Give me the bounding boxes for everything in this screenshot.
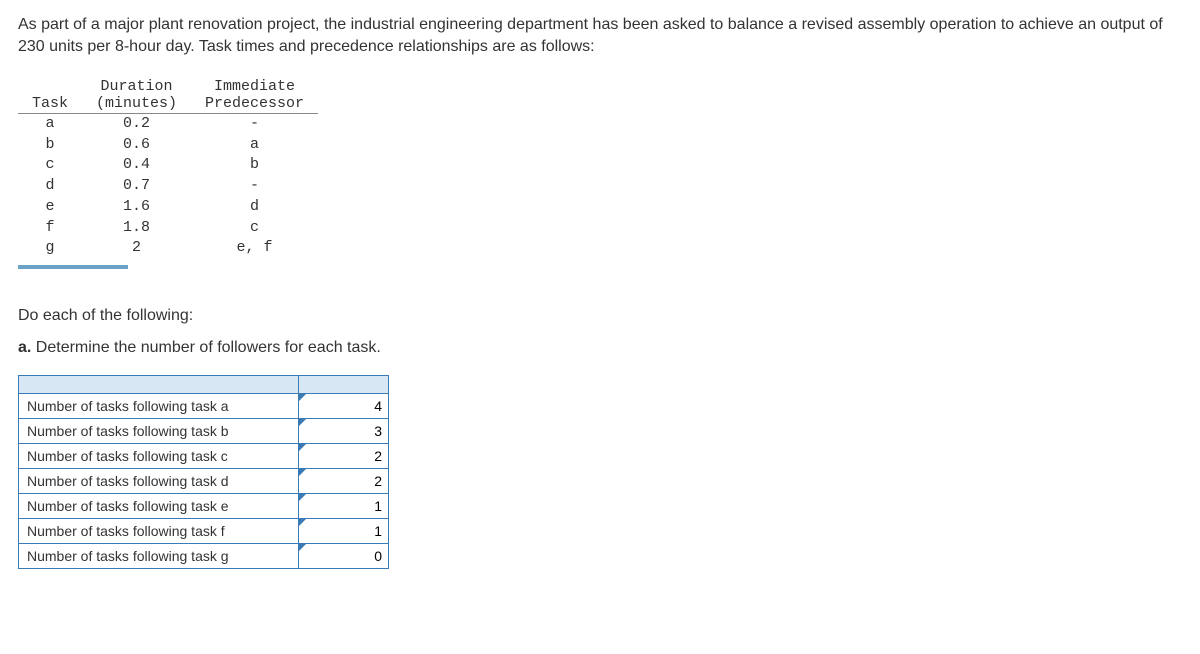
col-duration: Duration (minutes) xyxy=(82,77,191,114)
table-row: Number of tasks following task d xyxy=(19,469,389,494)
task-row: f1.8c xyxy=(18,218,318,239)
problem-intro: As part of a major plant renovation proj… xyxy=(18,14,1182,59)
followers-label: Number of tasks following task d xyxy=(19,469,299,494)
table-row: Number of tasks following task g xyxy=(19,544,389,569)
cell-marker-icon xyxy=(299,519,306,526)
table-row: Number of tasks following task b xyxy=(19,419,389,444)
followers-input-c[interactable] xyxy=(299,444,388,468)
task-row: c0.4b xyxy=(18,155,318,176)
followers-header-blank-1 xyxy=(19,376,299,394)
followers-input-e[interactable] xyxy=(299,494,388,518)
cell-marker-icon xyxy=(299,444,306,451)
followers-input-b[interactable] xyxy=(299,419,388,443)
table-row: Number of tasks following task c xyxy=(19,444,389,469)
followers-input-a[interactable] xyxy=(299,394,388,418)
task-row: d0.7- xyxy=(18,176,318,197)
task-row: e1.6d xyxy=(18,197,318,218)
cell-marker-icon xyxy=(299,544,306,551)
question-a-prefix: a. xyxy=(18,339,31,356)
table-row: Number of tasks following task a xyxy=(19,394,389,419)
task-row: b0.6a xyxy=(18,135,318,156)
followers-label: Number of tasks following task a xyxy=(19,394,299,419)
cell-marker-icon xyxy=(299,494,306,501)
cell-marker-icon xyxy=(299,394,306,401)
task-row: a0.2- xyxy=(18,113,318,134)
table-row: Number of tasks following task f xyxy=(19,519,389,544)
followers-header-blank-2 xyxy=(299,376,389,394)
followers-label: Number of tasks following task c xyxy=(19,444,299,469)
followers-input-f[interactable] xyxy=(299,519,388,543)
table-underline xyxy=(18,265,128,269)
col-predecessor: Immediate Predecessor xyxy=(191,77,318,114)
followers-label: Number of tasks following task f xyxy=(19,519,299,544)
followers-label: Number of tasks following task g xyxy=(19,544,299,569)
followers-input-g[interactable] xyxy=(299,544,388,568)
table-row: Number of tasks following task e xyxy=(19,494,389,519)
question-a: a. Determine the number of followers for… xyxy=(18,339,1182,357)
followers-label: Number of tasks following task e xyxy=(19,494,299,519)
cell-marker-icon xyxy=(299,419,306,426)
followers-input-d[interactable] xyxy=(299,469,388,493)
followers-label: Number of tasks following task b xyxy=(19,419,299,444)
do-each-heading: Do each of the following: xyxy=(18,307,1182,325)
task-row: g2e, f xyxy=(18,238,318,259)
question-a-text: Determine the number of followers for ea… xyxy=(31,339,381,356)
task-precedence-table: Task Duration (minutes) Immediate Predec… xyxy=(18,77,318,259)
followers-table: Number of tasks following task a Number … xyxy=(18,375,389,569)
col-task: Task xyxy=(18,77,82,114)
cell-marker-icon xyxy=(299,469,306,476)
